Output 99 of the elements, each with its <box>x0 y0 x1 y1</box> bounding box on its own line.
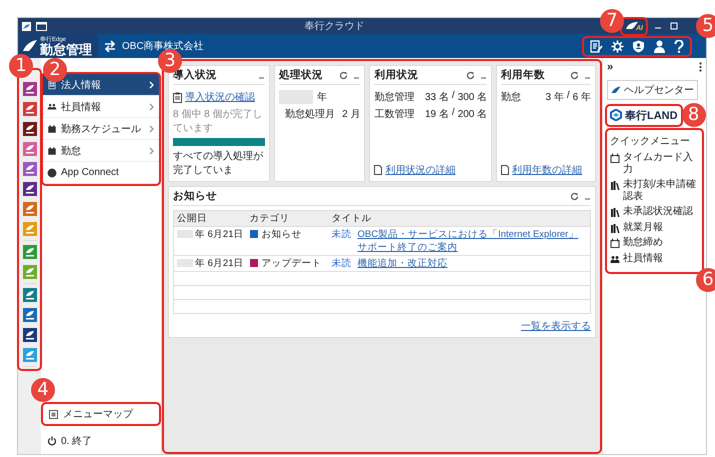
quick-menu-icon <box>610 180 620 190</box>
help-center-button[interactable]: ヘルプセンター <box>607 80 698 100</box>
status-message: すべての導入処理が完了していま <box>173 150 264 177</box>
app-icon[interactable] <box>22 308 36 322</box>
app-icon[interactable] <box>22 82 36 96</box>
refresh-icon[interactable] <box>339 70 348 80</box>
quick-menu-item[interactable]: 未承認状況確認 <box>610 206 699 218</box>
app-icon[interactable] <box>22 288 36 302</box>
unread-status: 未読 <box>328 226 354 256</box>
notes-icon[interactable] <box>590 40 603 52</box>
power-icon <box>47 436 57 446</box>
column-header: 公開日 <box>174 210 246 226</box>
app-icon[interactable] <box>22 328 36 342</box>
refresh-icon[interactable] <box>466 70 476 80</box>
quick-menu-item[interactable]: 社員情報 <box>610 252 699 264</box>
card-title: 利用年数 <box>501 68 546 82</box>
category-cell: お知らせ <box>246 226 328 256</box>
news-link[interactable]: 機能追加・改正対応 <box>354 256 590 272</box>
blurred-year <box>278 90 313 104</box>
quick-menu-item[interactable]: タイムカード入力 <box>610 152 699 175</box>
window-title: 奉行クラウド <box>304 20 364 33</box>
menu-item[interactable]: App Connect <box>43 162 159 184</box>
bird-icon <box>611 86 621 94</box>
show-all-link[interactable]: 一覧を表示する <box>521 321 591 332</box>
year-label: 年 <box>316 91 327 104</box>
quick-menu-item[interactable]: 就業月報 <box>610 222 699 233</box>
menu-item[interactable]: 勤務スケジュール <box>43 118 159 140</box>
category-cell: アップデート <box>246 256 328 272</box>
maximize-icon[interactable] <box>670 22 678 30</box>
setup-status-link[interactable]: 導入状況の確認 <box>185 90 255 104</box>
details-link[interactable]: 利用状況の詳細 <box>385 163 456 177</box>
row-label: 勤怠処理月 <box>284 108 335 121</box>
document-icon <box>374 165 382 175</box>
more-icon[interactable] <box>699 62 702 72</box>
date-cell: 年 6月21日 <box>174 256 246 272</box>
total-count: 6 年 <box>572 91 591 104</box>
menu-item-icon <box>47 124 57 134</box>
menu-item-icon <box>47 80 57 90</box>
used-count: 19 名 <box>425 108 449 121</box>
refresh-icon[interactable] <box>570 192 579 200</box>
details-link[interactable]: 利用年数の詳細 <box>512 163 582 177</box>
settings-icon[interactable] <box>611 40 624 52</box>
quick-menu-item[interactable]: 勤怠締め <box>610 237 699 248</box>
column-header: カテゴリ <box>246 210 328 226</box>
shield-icon[interactable] <box>632 40 645 52</box>
refresh-icon[interactable] <box>570 70 579 80</box>
usage-label: 工数管理 <box>374 108 416 121</box>
unread-status: 未読 <box>328 256 354 272</box>
switch-company-icon[interactable] <box>104 40 116 52</box>
news-link[interactable]: OBC製品・サービスにおける「Internet Explorer」サポート終了のご案内 <box>354 226 590 256</box>
user-icon[interactable] <box>653 40 666 52</box>
hexagon-logo-icon <box>610 109 622 121</box>
menu-item-icon <box>47 102 57 112</box>
app-icon[interactable] <box>22 102 36 116</box>
total-count: 200 名 <box>458 108 488 121</box>
separator: / <box>452 90 455 103</box>
quick-menu-icon <box>610 207 620 217</box>
app-logo-icon <box>22 22 31 30</box>
app-icon[interactable] <box>22 182 36 196</box>
map-icon <box>49 410 58 418</box>
menu-item[interactable]: 社員情報 <box>43 96 159 118</box>
column-header: タイトル <box>328 210 590 226</box>
collapse-button[interactable]: » <box>607 61 614 73</box>
row-value: 2 月 <box>342 108 360 121</box>
app-icon[interactable] <box>22 122 36 136</box>
exit-button[interactable]: 0. 終了 <box>41 424 161 454</box>
callout-number: 6 <box>696 268 715 292</box>
progress-text: 8 個中 8 個が完了しています <box>173 108 264 135</box>
card-title: 利用状況 <box>374 68 420 82</box>
callout-number: 5 <box>696 14 715 38</box>
quick-menu-icon <box>610 153 620 163</box>
usage-label: 勤怠 <box>501 90 522 104</box>
total-count: 300 名 <box>458 91 488 104</box>
menu-item-icon <box>47 168 57 178</box>
used-count: 3 年 <box>546 91 564 104</box>
quick-menu-icon <box>610 238 620 248</box>
callout-number: 4 <box>31 378 55 402</box>
separator: / <box>566 90 570 103</box>
callout-number: 7 <box>600 8 624 32</box>
quick-menu-icon <box>610 254 620 264</box>
usage-label: 勤怠管理 <box>374 90 416 104</box>
date-cell: 年 6月21日 <box>174 226 246 256</box>
window-icon[interactable] <box>36 22 47 30</box>
menu-item[interactable]: 法人情報 <box>43 74 159 96</box>
separator: / <box>452 107 455 120</box>
quick-menu-icon <box>610 222 620 232</box>
callout-number: 8 <box>682 103 706 127</box>
news-title: お知らせ <box>173 189 218 203</box>
callout-number: 1 <box>9 54 33 78</box>
land-button[interactable]: 奉行LAND <box>607 106 681 124</box>
used-count: 33 名 <box>425 91 449 104</box>
quick-menu-item[interactable]: 未打刻/未申請確認表 <box>610 179 699 202</box>
card-title: 処理状況 <box>278 68 324 82</box>
menu-item-icon <box>47 146 57 156</box>
menu-item[interactable]: 勤怠 <box>43 140 159 162</box>
quick-menu-title: クイックメニュー <box>610 135 691 148</box>
document-icon <box>501 165 510 175</box>
help-icon[interactable] <box>674 40 684 52</box>
clipboard-icon <box>173 92 182 102</box>
